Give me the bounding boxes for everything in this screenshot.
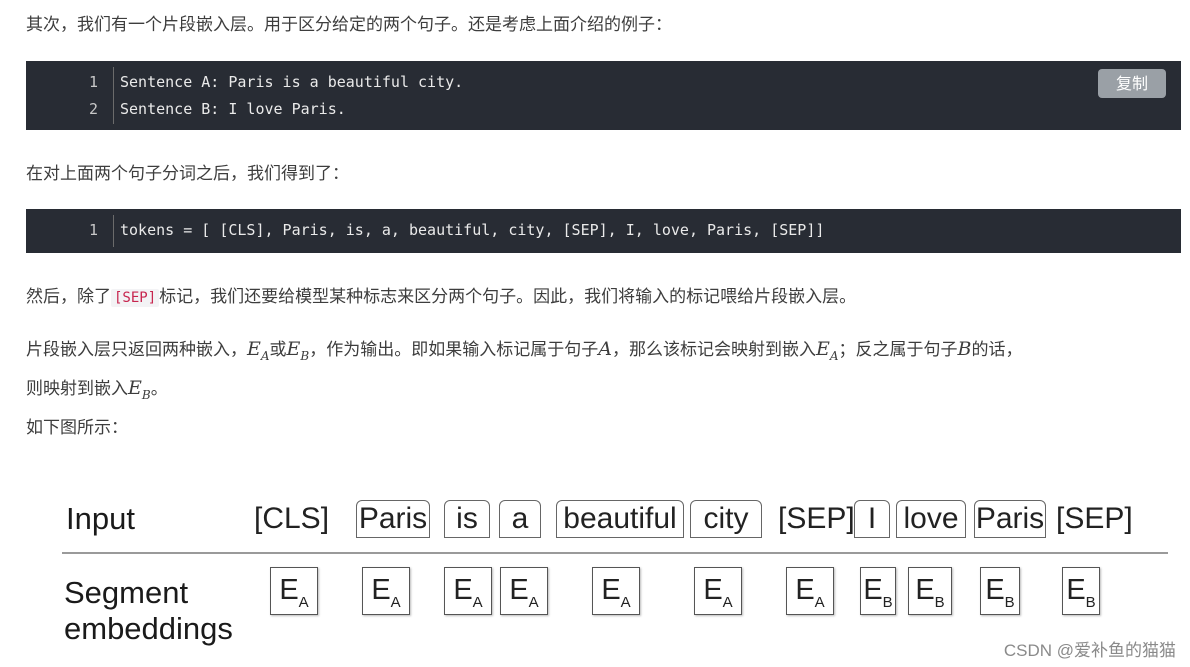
- inline-code-sep: [SEP]: [111, 289, 160, 307]
- embedding-eb: EB: [908, 567, 952, 615]
- token-city: city: [690, 500, 762, 538]
- text-segment: 。: [150, 378, 168, 399]
- embedding-ea: EA: [444, 567, 492, 615]
- line-number: 2: [88, 100, 98, 118]
- code-line: 1 tokens = [ [CLS], Paris, is, a, beauti…: [26, 217, 1181, 244]
- math-ea: EA: [247, 338, 270, 363]
- paragraph-sep: 然后，除了 [SEP] 标记，我们还要给模型某种标志来区分两个句子。因此，我们将输入…: [26, 282, 1180, 313]
- token-cls: [CLS]: [254, 502, 330, 535]
- paragraph-intro: 其次，我们有一个片段嵌入层。用于区分给定的两个句子。还是考虑上面介绍的例子：: [26, 15, 672, 35]
- text-segment: ，那么该标记会映射到嵌入: [611, 340, 816, 360]
- code-text: Sentence B: I love Paris.: [120, 100, 346, 118]
- code-line: 1 Sentence A: Paris is a beautiful city.: [26, 69, 1181, 96]
- token-paris: Paris: [356, 500, 430, 538]
- math-eb: EB: [286, 338, 310, 363]
- text-segment: 标记，我们还要给模型某种标志来区分两个句子。因此，我们将输入的标记喂给片段嵌入层…: [159, 287, 857, 307]
- segment-label: Segment: [64, 575, 189, 610]
- embedding-ea: EA: [270, 567, 318, 615]
- segment-embedding-figure: Input Segment embeddings [CLS] Paris is …: [0, 480, 1190, 667]
- embedding-ea: EA: [362, 567, 410, 615]
- token-i: I: [854, 500, 890, 538]
- token-sep: [SEP]: [1056, 502, 1133, 535]
- code-line: 2 Sentence B: I love Paris.: [26, 96, 1181, 123]
- paragraph-segment-embedding: 片段嵌入层只返回两种嵌入，EA或EB，作为输出。即如果输入标记属于句子A，那么该…: [26, 333, 1180, 411]
- token-is: is: [444, 500, 490, 538]
- math-ea: EA: [815, 338, 839, 363]
- line-number: 1: [88, 221, 98, 239]
- text-segment: 或: [269, 340, 287, 360]
- embedding-ea: EA: [500, 567, 548, 615]
- figure-divider: [62, 552, 1168, 554]
- code-block-sentences: 1 Sentence A: Paris is a beautiful city.…: [26, 61, 1181, 130]
- text-segment: 的话，: [971, 340, 1023, 360]
- paragraph-figure-intro: 如下图所示：: [26, 418, 128, 438]
- embeddings-label: embeddings: [64, 611, 233, 646]
- text-segment: ，作为输出。即如果输入标记属于句子: [309, 340, 599, 360]
- embedding-ea: EA: [786, 567, 834, 615]
- token-paris: Paris: [974, 500, 1046, 538]
- token-love: love: [896, 500, 966, 538]
- math-a: A: [598, 338, 612, 360]
- embedding-ea: EA: [694, 567, 742, 615]
- code-text: Sentence A: Paris is a beautiful city.: [120, 73, 464, 91]
- math-eb: EB: [128, 376, 151, 402]
- token-a: a: [499, 500, 541, 538]
- text-segment: ；反之属于句子: [838, 340, 958, 360]
- token-beautiful: beautiful: [556, 500, 684, 538]
- embedding-eb: EB: [860, 567, 896, 615]
- code-text: tokens = [ [CLS], Paris, is, a, beautifu…: [120, 221, 825, 239]
- text-segment: 然后，除了: [26, 287, 111, 307]
- text-segment: 则映射到嵌入: [26, 378, 128, 399]
- paragraph-tokenized: 在对上面两个句子分词之后，我们得到了：: [26, 164, 349, 184]
- code-block-tokens: 1 tokens = [ [CLS], Paris, is, a, beauti…: [26, 209, 1181, 253]
- embedding-ea: EA: [592, 567, 640, 615]
- math-b: B: [957, 338, 972, 360]
- input-label: Input: [66, 501, 135, 536]
- embedding-eb: EB: [980, 567, 1020, 615]
- text-segment: 片段嵌入层只返回两种嵌入，: [26, 340, 247, 360]
- line-number: 1: [88, 73, 98, 91]
- embedding-eb: EB: [1062, 567, 1100, 615]
- watermark: CSDN @爱补鱼的猫猫: [1003, 641, 1176, 660]
- token-sep: [SEP]: [778, 502, 855, 535]
- copy-button[interactable]: 复制: [1098, 69, 1166, 98]
